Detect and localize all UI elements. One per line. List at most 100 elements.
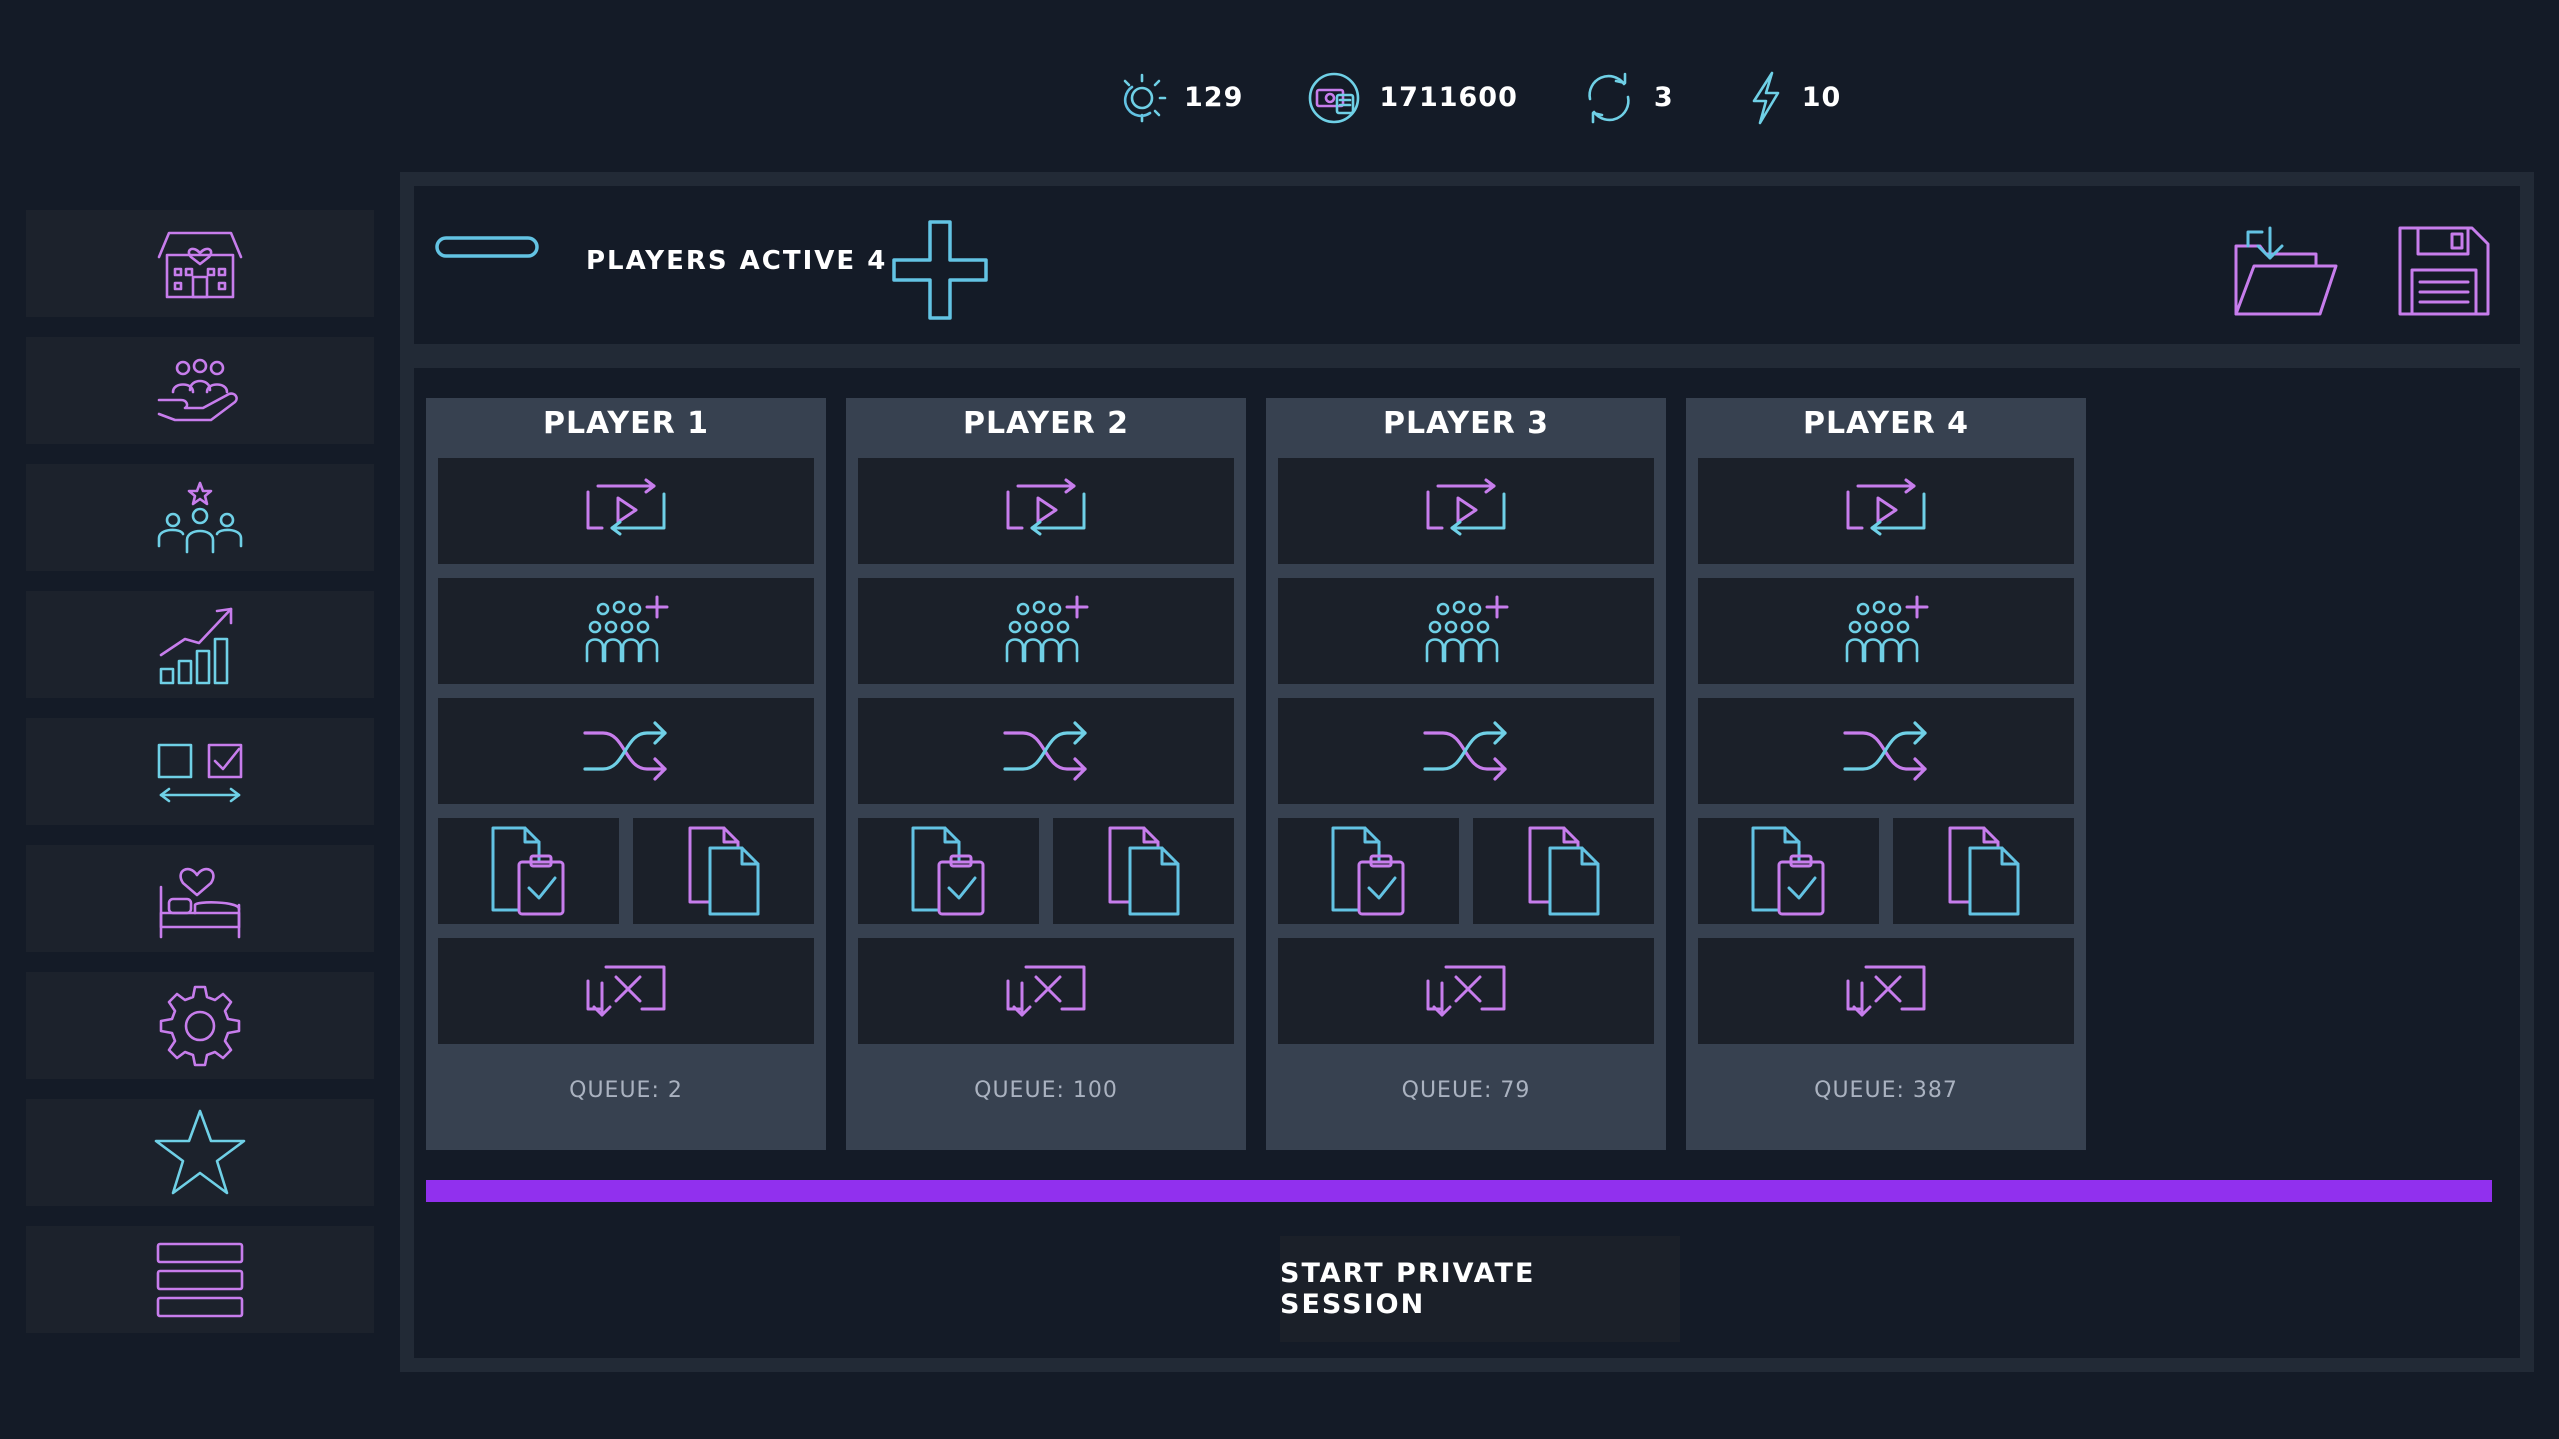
replay-video-icon bbox=[586, 478, 666, 536]
replay-video-icon bbox=[1006, 478, 1086, 536]
sidebar-item-stats[interactable] bbox=[26, 591, 374, 698]
shuffle-icon bbox=[583, 721, 667, 781]
clear-x-icon bbox=[1426, 965, 1506, 1017]
shuffle-button[interactable] bbox=[1698, 698, 2074, 804]
sun-moon-icon bbox=[1123, 73, 1167, 122]
copy-document-icon bbox=[688, 826, 759, 916]
load-button[interactable] bbox=[2232, 224, 2340, 318]
player-column-3: PLAYER 3 QUEUE: 79 bbox=[1266, 398, 1666, 1150]
shuffle-icon bbox=[1423, 721, 1507, 781]
sidebar bbox=[26, 210, 374, 1353]
stat-energy-value: 10 bbox=[1801, 82, 1842, 113]
progress-bar bbox=[426, 1180, 2492, 1202]
start-private-session-button[interactable]: START PRIVATE SESSION bbox=[1280, 1236, 1680, 1342]
queue-label: QUEUE: 100 bbox=[974, 1078, 1118, 1103]
add-group-button[interactable] bbox=[1698, 578, 2074, 684]
queue-label: QUEUE: 79 bbox=[1401, 1078, 1531, 1103]
bed-heart-icon bbox=[159, 867, 241, 938]
clipboard-check-icon bbox=[1751, 826, 1824, 916]
clear-x-icon bbox=[1006, 965, 1086, 1017]
minus-icon bbox=[435, 236, 539, 258]
clipboard-check-button[interactable] bbox=[1698, 818, 1879, 924]
refresh-icon bbox=[1588, 72, 1630, 123]
lightning-icon bbox=[1752, 71, 1779, 124]
folder-download-icon bbox=[2234, 226, 2338, 316]
clipboard-check-button[interactable] bbox=[858, 818, 1039, 924]
clipboard-check-icon bbox=[491, 826, 564, 916]
sidebar-item-team[interactable] bbox=[26, 464, 374, 571]
clear-x-icon bbox=[586, 965, 666, 1017]
add-group-button[interactable] bbox=[1278, 578, 1654, 684]
stat-refresh-value: 3 bbox=[1653, 82, 1674, 113]
add-group-icon bbox=[1425, 595, 1509, 663]
copy-button[interactable] bbox=[1893, 818, 2074, 924]
replay-button[interactable] bbox=[438, 458, 814, 564]
stat-money-value: 1711600 bbox=[1379, 82, 1518, 113]
clear-button[interactable] bbox=[1278, 938, 1654, 1044]
replay-video-icon bbox=[1846, 478, 1926, 536]
add-group-icon bbox=[585, 595, 669, 663]
add-player-button[interactable] bbox=[890, 218, 990, 322]
copy-document-icon bbox=[1108, 826, 1179, 916]
replay-button[interactable] bbox=[858, 458, 1234, 564]
toolbar: PLAYERS ACTIVE 4 bbox=[414, 186, 2520, 344]
clear-button[interactable] bbox=[858, 938, 1234, 1044]
player-column-2: PLAYER 2 QUEUE: 100 bbox=[846, 398, 1246, 1150]
replay-button[interactable] bbox=[1698, 458, 2074, 564]
replay-button[interactable] bbox=[1278, 458, 1654, 564]
stat-days: 129 bbox=[1110, 69, 1243, 127]
clear-button[interactable] bbox=[1698, 938, 2074, 1044]
add-group-button[interactable] bbox=[438, 578, 814, 684]
player-title: PLAYER 1 bbox=[542, 406, 710, 441]
stat-days-value: 129 bbox=[1184, 82, 1244, 113]
shuffle-icon bbox=[1843, 721, 1927, 781]
add-group-icon bbox=[1845, 595, 1929, 663]
copy-document-icon bbox=[1528, 826, 1599, 916]
shuffle-button[interactable] bbox=[858, 698, 1234, 804]
replay-video-icon bbox=[1426, 478, 1506, 536]
plus-icon bbox=[892, 220, 988, 320]
gear-icon bbox=[159, 985, 241, 1066]
copy-button[interactable] bbox=[1053, 818, 1234, 924]
sidebar-item-favorites[interactable] bbox=[26, 1099, 374, 1206]
clear-x-icon bbox=[1846, 965, 1926, 1017]
players-area: PLAYER 1 QUEUE: 2 PLAYER 2 QUEUE: 100 PL… bbox=[414, 368, 2520, 1358]
player-title: PLAYER 3 bbox=[1382, 406, 1550, 441]
clipboard-check-button[interactable] bbox=[1278, 818, 1459, 924]
save-button[interactable] bbox=[2396, 224, 2492, 318]
add-group-button[interactable] bbox=[858, 578, 1234, 684]
shuffle-button[interactable] bbox=[1278, 698, 1654, 804]
people-hand-icon bbox=[157, 358, 238, 421]
money-icon bbox=[1309, 72, 1360, 123]
sidebar-item-rest[interactable] bbox=[26, 845, 374, 952]
clipboard-check-icon bbox=[911, 826, 984, 916]
shuffle-icon bbox=[1003, 721, 1087, 781]
clipboard-check-icon bbox=[1331, 826, 1404, 916]
player-column-1: PLAYER 1 QUEUE: 2 bbox=[426, 398, 826, 1150]
queue-label: QUEUE: 387 bbox=[1814, 1078, 1958, 1103]
clear-button[interactable] bbox=[438, 938, 814, 1044]
floppy-save-icon bbox=[2398, 226, 2490, 316]
menu-stack-icon bbox=[156, 1242, 244, 1317]
main-panel: PLAYERS ACTIVE 4 PLAYER 1 QUEUE: 2 PLAYE… bbox=[400, 172, 2534, 1372]
player-title: PLAYER 2 bbox=[962, 406, 1130, 441]
remove-player-button[interactable] bbox=[434, 233, 540, 261]
sidebar-item-staff[interactable] bbox=[26, 337, 374, 444]
clipboard-check-button[interactable] bbox=[438, 818, 619, 924]
sidebar-item-menu[interactable] bbox=[26, 1226, 374, 1333]
stat-energy: 10 bbox=[1746, 69, 1842, 127]
growth-chart-icon bbox=[159, 607, 233, 684]
sidebar-item-hotel[interactable] bbox=[26, 210, 374, 317]
player-title: PLAYER 4 bbox=[1802, 406, 1970, 441]
copy-button[interactable] bbox=[1473, 818, 1654, 924]
stat-refresh: 3 bbox=[1580, 69, 1674, 127]
team-star-icon bbox=[157, 481, 243, 553]
queue-label: QUEUE: 2 bbox=[569, 1078, 683, 1103]
sidebar-item-settings[interactable] bbox=[26, 972, 374, 1079]
shuffle-button[interactable] bbox=[438, 698, 814, 804]
players-active-label: PLAYERS ACTIVE 4 bbox=[586, 246, 888, 276]
copy-button[interactable] bbox=[633, 818, 814, 924]
sidebar-item-compare[interactable] bbox=[26, 718, 374, 825]
stats-bar: 129 1711600 3 10 bbox=[1110, 65, 1841, 130]
hotel-heart-icon bbox=[157, 231, 243, 298]
